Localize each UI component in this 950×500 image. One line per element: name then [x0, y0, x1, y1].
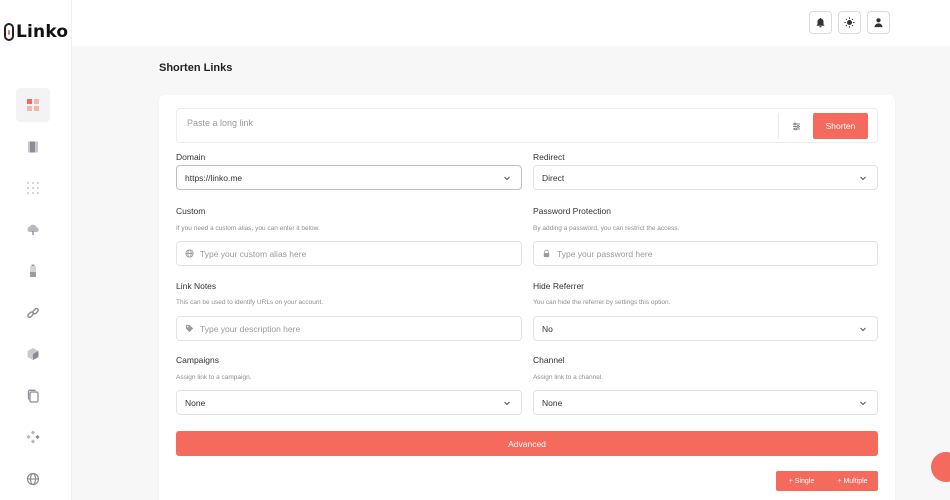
book-icon [28, 141, 38, 152]
domain-value: https://linko.me [185, 172, 243, 183]
notes-input[interactable]: Type your description here [176, 316, 522, 341]
channel-value: None [542, 397, 563, 408]
campaigns-label: Campaigns [176, 355, 219, 365]
sidebar-item-dashboard[interactable] [16, 88, 50, 122]
channel-select[interactable]: None [533, 390, 878, 415]
sidebar: Linko [0, 0, 72, 500]
custom-label: Custom [176, 206, 206, 216]
single-button[interactable]: + Single [776, 471, 827, 491]
campaigns-select[interactable]: None [176, 390, 522, 415]
user-icon [874, 18, 883, 28]
topbar [72, 0, 950, 46]
channel-help: Assign link to a channel. [533, 374, 604, 381]
custom-help: If you need a custom alias, you can ente… [176, 225, 320, 232]
sidebar-item-globe[interactable] [16, 462, 50, 496]
campaigns-value: None [185, 397, 206, 408]
dashboard-icon [27, 99, 39, 111]
cube-icon [27, 348, 39, 360]
app-name: Linko [16, 22, 69, 42]
sidebar-item-dots[interactable] [16, 171, 50, 205]
chevron-down-icon [860, 401, 866, 406]
shorten-button[interactable]: Shorten [813, 113, 868, 139]
advanced-button[interactable]: Advanced [176, 431, 878, 456]
notes-placeholder: Type your description here [200, 323, 301, 334]
password-help: By adding a password, you can restrict t… [533, 225, 680, 232]
chevron-down-icon [860, 176, 866, 181]
notes-help: This can be used to identify URLs on you… [176, 299, 324, 306]
bell-icon [816, 17, 825, 28]
hide-referrer-select[interactable]: No [533, 316, 878, 341]
page-title: Shorten Links [159, 62, 233, 74]
sidebar-item-copy[interactable] [16, 379, 50, 413]
battery-icon [30, 264, 36, 277]
diamonds-icon [26, 430, 40, 444]
custom-alias-placeholder: Type your custom alias here [200, 248, 307, 259]
dots-grid-icon [27, 182, 39, 194]
add-link-split-button: + Single + Multiple [776, 471, 878, 491]
sun-icon [844, 17, 855, 28]
sidebar-item-battery[interactable] [16, 254, 50, 288]
sidebar-item-cloud[interactable] [16, 213, 50, 247]
sidebar-item-cube[interactable] [16, 337, 50, 371]
password-label: Password Protection [533, 206, 611, 216]
sidebar-item-links[interactable] [16, 296, 50, 330]
theme-toggle-button[interactable] [838, 11, 861, 34]
link-settings-button[interactable] [778, 113, 813, 139]
redirect-label: Redirect [533, 152, 565, 162]
notes-label: Link Notes [176, 281, 217, 291]
sidebar-nav [16, 88, 50, 500]
chevron-down-icon [860, 327, 866, 332]
hide-referrer-help: You can hide the referrer by settings th… [533, 299, 671, 306]
hide-referrer-value: No [542, 323, 553, 334]
cloud-icon [27, 224, 39, 235]
tag-icon [185, 324, 194, 333]
custom-alias-input[interactable]: Type your custom alias here [176, 241, 522, 266]
chevron-down-icon [504, 401, 510, 406]
notifications-button[interactable] [809, 11, 832, 34]
globe-icon [185, 249, 194, 258]
app-logo[interactable]: Linko [4, 22, 68, 42]
copy-icon [27, 389, 39, 403]
chevron-down-icon [504, 176, 510, 181]
redirect-select[interactable]: Direct [533, 165, 878, 190]
domain-select[interactable]: https://linko.me [176, 165, 522, 190]
password-input[interactable]: Type your password here [533, 241, 878, 266]
logo-mark-icon [4, 23, 14, 41]
chat-widget-button[interactable] [931, 452, 950, 482]
hide-referrer-label: Hide Referrer [533, 281, 585, 291]
campaigns-help: Assign link to a campaign. [176, 374, 252, 381]
globe-icon [26, 472, 40, 485]
domain-label: Domain [176, 152, 206, 162]
channel-label: Channel [533, 355, 565, 365]
shorten-bar: Paste a long link Shorten [176, 108, 878, 143]
link-icon [27, 307, 39, 318]
sliders-icon [792, 122, 800, 130]
user-menu-button[interactable] [867, 11, 890, 34]
multiple-button[interactable]: + Multiple [827, 471, 878, 491]
long-link-input[interactable]: Paste a long link [187, 118, 253, 128]
sidebar-item-diamonds[interactable] [16, 420, 50, 454]
sidebar-item-book[interactable] [16, 130, 50, 164]
redirect-value: Direct [542, 172, 565, 183]
lock-icon [543, 249, 550, 258]
password-placeholder: Type your password here [557, 248, 653, 259]
